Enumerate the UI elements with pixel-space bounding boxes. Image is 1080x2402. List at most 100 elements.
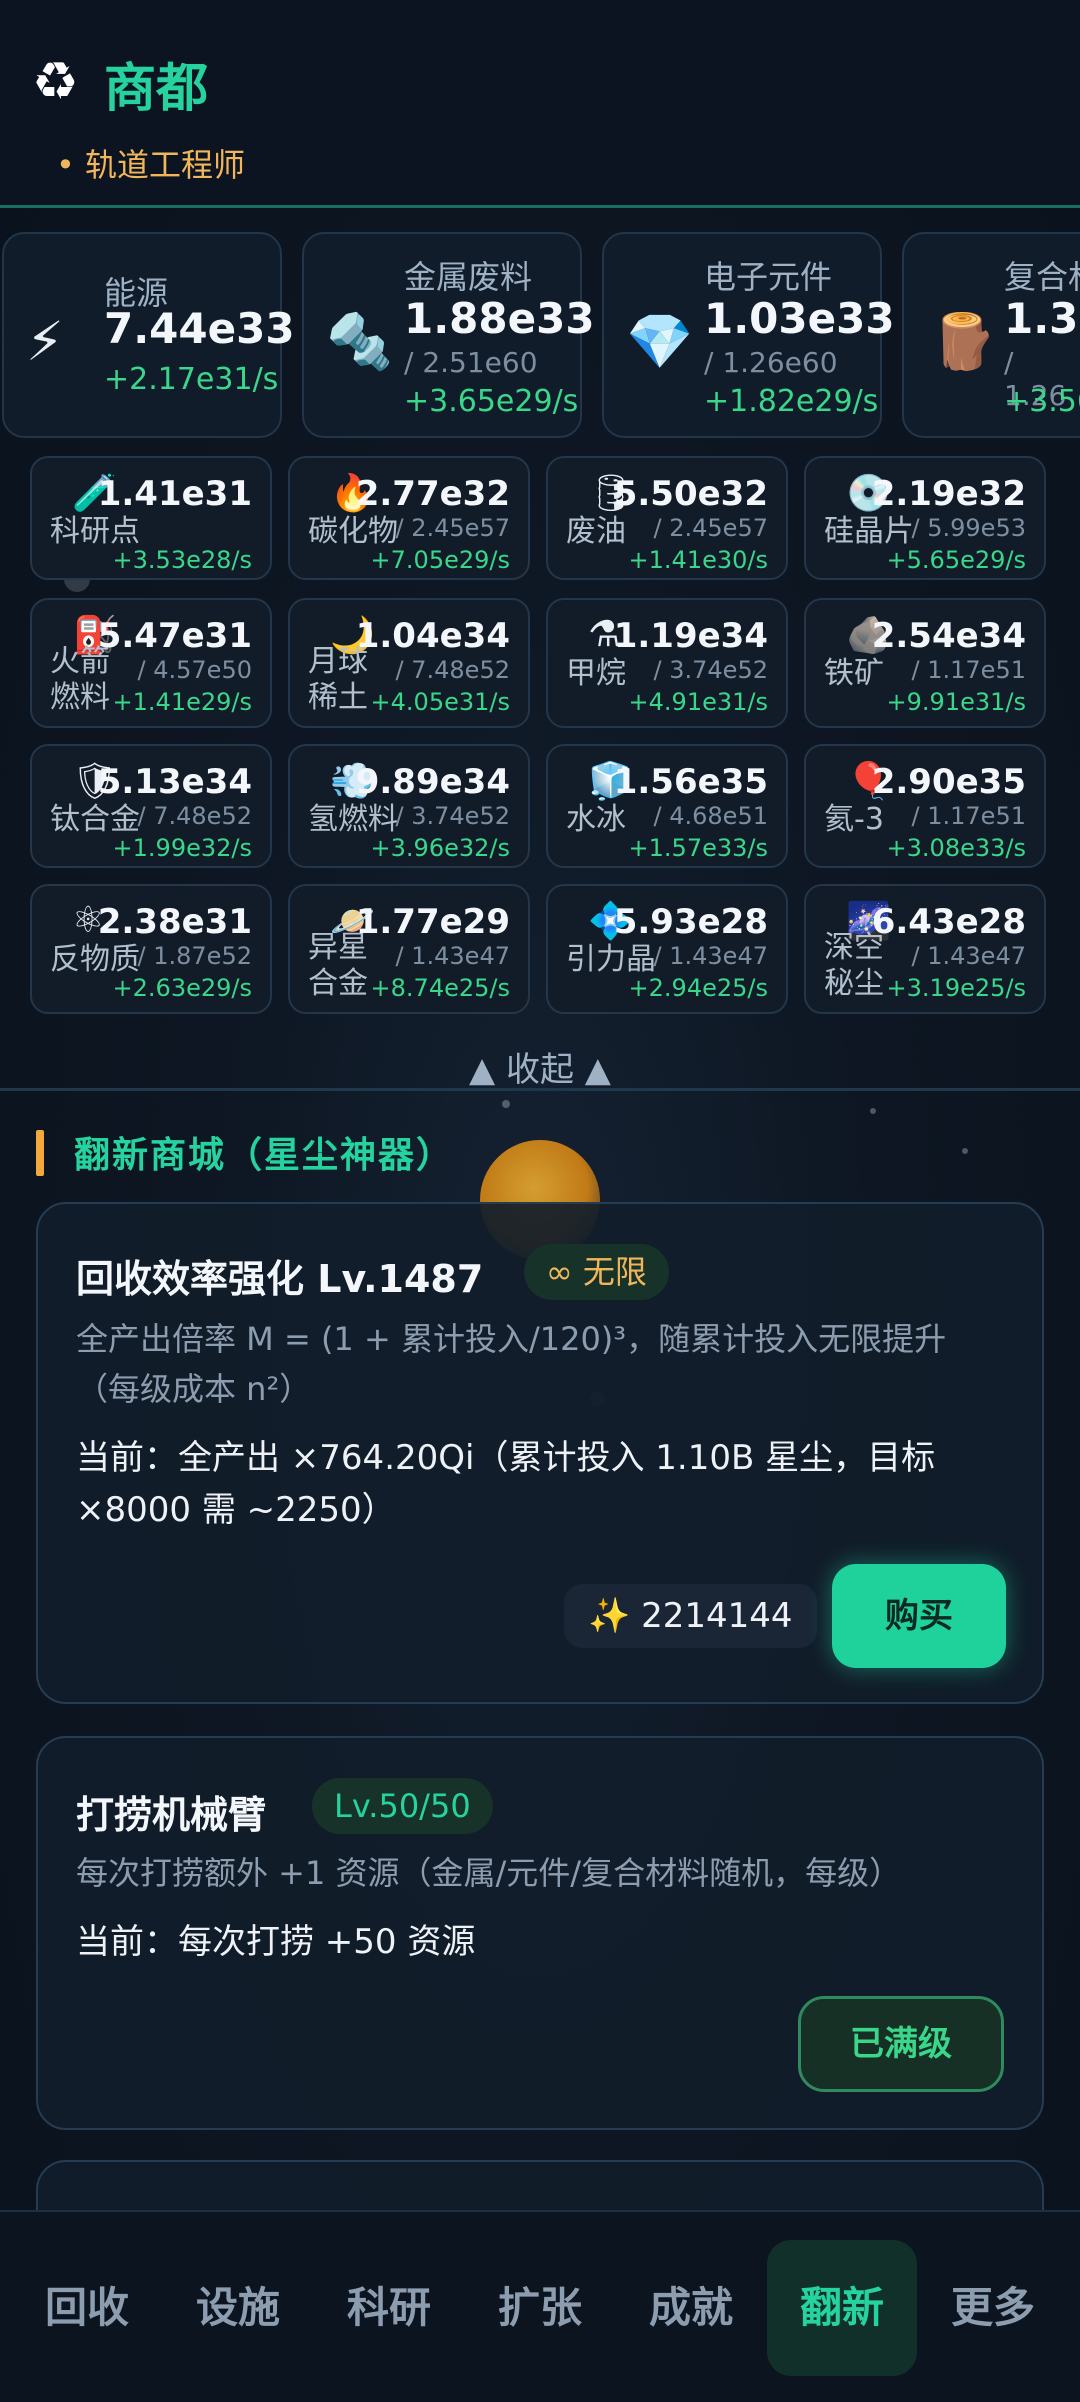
resource-cap: / 1.43e47	[653, 942, 768, 970]
resource-card-energy: ⚡ 能源 7.44e33 +2.17e31/s	[2, 232, 295, 438]
item-title: 回收效率强化 Lv.1487	[76, 1257, 484, 1301]
resource-card: 🛢 废油 5.50e32/ 2.45e57 +1.41e30/s	[546, 456, 788, 580]
wood-icon: 🪵	[930, 310, 998, 373]
resource-card: 💨 氢燃料 9.89e34/ 3.74e52 +3.96e32/s	[288, 744, 530, 868]
resource-amount: 2.19e32	[871, 474, 1026, 514]
resource-card: 🌌 深空秘尘 6.43e28/ 1.43e47 +3.19e25/s	[804, 884, 1046, 1014]
resource-rate: +3.65e29/s	[404, 384, 579, 419]
resource-card-composite: 🪵 复合材 1.32 / 1.26 +3.56	[902, 232, 1080, 438]
nav-tab-renovate[interactable]: 翻新	[767, 2240, 917, 2376]
infinite-tag: ∞ 无限	[524, 1244, 669, 1300]
resource-amount: 1.77e29	[355, 902, 510, 942]
resource-rate: +3.08e33/s	[886, 834, 1026, 862]
shop-item-card: 打捞机械臂 Lv.50/50 每次打捞额外 +1 资源（金属/元件/复合材料随机…	[36, 1736, 1044, 2130]
nav-tab-facilities[interactable]: 设施	[163, 2240, 313, 2376]
resource-name: 电子元件	[704, 258, 833, 296]
resource-amount: 2.90e35	[871, 762, 1026, 802]
resource-amount: 5.47e31	[97, 616, 252, 656]
resource-card: 🔥 碳化物 2.77e32/ 2.45e57 +7.05e29/s	[288, 456, 530, 580]
resource-rate: +3.19e25/s	[886, 974, 1026, 1002]
resource-cap: / 2.51e60	[404, 346, 538, 379]
resource-cap: / 3.74e52	[653, 656, 768, 684]
app-header: ♻ 商都 • 轨道工程师	[0, 0, 1080, 208]
resource-amount: 1.04e34	[355, 616, 510, 656]
resource-rate: +1.82e29/s	[704, 384, 879, 419]
resource-cap: / 1.43e47	[911, 942, 1026, 970]
resource-name: 金属废料	[404, 258, 533, 296]
gem-icon: 💎	[626, 310, 694, 373]
bottom-nav: 回收 设施 科研 扩张 成就 翻新 更多	[0, 2210, 1080, 2402]
section-title: 翻新商城（星尘神器）	[74, 1135, 455, 1176]
resource-cap: / 2.45e57	[653, 514, 768, 542]
resource-cap: / 2.45e57	[395, 514, 510, 542]
nav-tab-achievements[interactable]: 成就	[616, 2240, 766, 2376]
item-title: 打捞机械臂	[76, 1793, 267, 1837]
resource-rate: +3.96e32/s	[370, 834, 510, 862]
resource-cap: / 4.57e50	[137, 656, 252, 684]
resource-rate: +2.94e25/s	[628, 974, 768, 1002]
buy-button[interactable]: 购买	[832, 1564, 1006, 1668]
resource-cap: / 1.87e52	[137, 942, 252, 970]
resource-rate: +1.57e33/s	[628, 834, 768, 862]
resource-card: 🧊 水冰 1.56e35/ 4.68e51 +1.57e33/s	[546, 744, 788, 868]
resource-amount: 1.88e33	[404, 294, 595, 343]
resource-amount: 1.41e31	[97, 474, 252, 514]
resource-card: 🎈 氦-3 2.90e35/ 1.17e51 +3.08e33/s	[804, 744, 1046, 868]
resource-cap: / 1.17e51	[911, 656, 1026, 684]
resource-cap: / 7.48e52	[395, 656, 510, 684]
maxed-button: 已满级	[798, 1996, 1004, 2092]
resource-cap: / 7.48e52	[137, 802, 252, 830]
nav-tab-expand[interactable]: 扩张	[465, 2240, 615, 2376]
nav-tab-more[interactable]: 更多	[918, 2240, 1068, 2376]
resource-cap: / 1.26e60	[704, 346, 838, 379]
resource-amount: 1.56e35	[613, 762, 768, 802]
resource-cap: / 1.43e47	[395, 942, 510, 970]
resource-cap: / 4.68e51	[653, 802, 768, 830]
resource-cap: / 3.74e52	[395, 802, 510, 830]
resource-rate: +2.17e31/s	[104, 362, 279, 397]
resource-cap: / 1.17e51	[911, 802, 1026, 830]
nav-tab-research[interactable]: 科研	[314, 2240, 464, 2376]
star-dot	[870, 1108, 876, 1114]
resource-card: 🧪 科研点 1.41e31 +3.53e28/s	[30, 456, 272, 580]
resource-rate: +2.63e29/s	[112, 974, 252, 1002]
resource-amount: 2.54e34	[871, 616, 1026, 656]
player-title: • 轨道工程师	[56, 146, 246, 184]
section-divider	[0, 1088, 1080, 1091]
resource-cap: / 5.99e53	[911, 514, 1026, 542]
resource-card-metal-scrap: 🔩 金属废料 1.88e33 / 2.51e60 +3.65e29/s	[302, 232, 595, 438]
item-description: 每次打捞额外 +1 资源（金属/元件/复合材料随机，每级）	[76, 1854, 902, 1892]
resource-amount: 5.50e32	[613, 474, 768, 514]
app-title: 商都	[104, 59, 209, 119]
resource-rate: +9.91e31/s	[886, 688, 1026, 716]
item-current: 当前：全产出 ×764.20Qi（累计投入 1.10B 星尘，目标 ×8000 …	[76, 1438, 936, 1530]
resource-rate: +1.99e32/s	[112, 834, 252, 862]
resource-amount: 1.03e33	[704, 294, 895, 343]
item-current: 当前：每次打捞 +50 资源	[76, 1922, 476, 1962]
star-dot	[502, 1100, 510, 1108]
resource-card: 🪐 异星合金 1.77e29/ 1.43e47 +8.74e25/s	[288, 884, 530, 1014]
nav-tab-recycle[interactable]: 回收	[12, 2240, 162, 2376]
resource-card: ⛽ 火箭燃料 5.47e31/ 4.57e50 +1.41e29/s	[30, 598, 272, 728]
resource-amount: 9.89e34	[355, 762, 510, 802]
resource-amount: 1.32	[1004, 294, 1080, 343]
resource-card: ⚗ 甲烷 1.19e34/ 3.74e52 +4.91e31/s	[546, 598, 788, 728]
resource-name: 科研点	[50, 514, 140, 549]
resource-rate: +4.91e31/s	[628, 688, 768, 716]
collapse-button[interactable]: ▲ 收起 ▲	[0, 1042, 1080, 1091]
bolt-icon: 🔩	[326, 310, 394, 373]
item-description: 全产出倍率 M = (1 + 累计投入/120)³，随累计投入无限提升（每级成本…	[76, 1320, 947, 1408]
resource-rate: +7.05e29/s	[370, 546, 510, 574]
resource-rate: +5.65e29/s	[886, 546, 1026, 574]
resource-name: 复合材	[1004, 258, 1080, 296]
level-tag: Lv.50/50	[312, 1778, 493, 1834]
section-accent-bar	[36, 1130, 44, 1176]
resource-rate: +8.74e25/s	[370, 974, 510, 1002]
resource-amount: 7.44e33	[104, 304, 295, 353]
recycle-icon: ♻	[32, 52, 79, 112]
resource-card: 🪨 铁矿 2.54e34/ 1.17e51 +9.91e31/s	[804, 598, 1046, 728]
shop-item-card: 回收效率强化 Lv.1487 ∞ 无限 全产出倍率 M = (1 + 累计投入/…	[36, 1202, 1044, 1704]
stardust-price: ✨ 2214144	[564, 1584, 817, 1648]
resource-card-electronics: 💎 电子元件 1.03e33 / 1.26e60 +1.82e29/s	[602, 232, 895, 438]
resource-card: 💿 硅晶片 2.19e32/ 5.99e53 +5.65e29/s	[804, 456, 1046, 580]
